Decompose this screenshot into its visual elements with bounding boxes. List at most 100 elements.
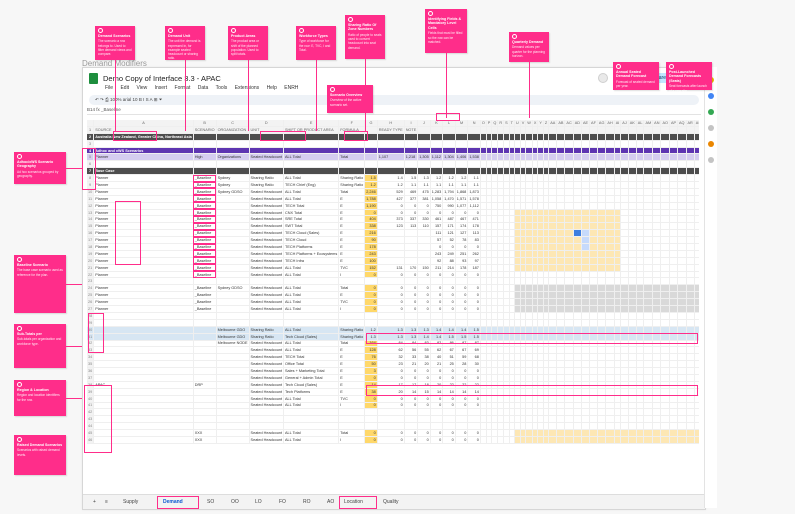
grid-cell[interactable] <box>548 140 558 148</box>
grid-cell[interactable] <box>614 408 622 417</box>
contacts-icon[interactable] <box>708 125 714 131</box>
grid-cell[interactable] <box>430 140 444 148</box>
grid-cell[interactable] <box>216 215 250 224</box>
grid-cell[interactable] <box>556 188 566 196</box>
grid-cell[interactable] <box>628 305 637 313</box>
tab-fo[interactable]: FO <box>279 499 286 505</box>
grid-cell[interactable] <box>652 277 662 286</box>
grid-cell[interactable] <box>404 236 419 245</box>
grid-cell[interactable] <box>628 215 637 224</box>
grid-cell[interactable]: Seated Headcount <box>249 202 285 210</box>
grid-cell[interactable] <box>338 140 366 148</box>
grid-cell[interactable] <box>556 140 566 148</box>
grid-cell[interactable] <box>548 243 558 251</box>
grid-cell[interactable] <box>525 408 533 417</box>
grid-cell[interactable] <box>548 415 558 424</box>
grid-cell[interactable] <box>216 209 250 217</box>
grid-cell[interactable] <box>643 202 654 210</box>
grid-cell[interactable] <box>677 291 687 300</box>
grid-cell[interactable] <box>564 395 574 403</box>
grid-cell[interactable] <box>652 298 662 307</box>
grid-cell[interactable] <box>660 429 670 437</box>
grid-cell[interactable] <box>93 160 194 169</box>
grid-cell[interactable] <box>404 133 419 141</box>
grid-cell[interactable]: TECH Platforms + Ecosystems <box>283 250 340 258</box>
grid-cell[interactable] <box>564 174 574 183</box>
maps-icon[interactable] <box>708 109 714 115</box>
grid-cell[interactable] <box>548 305 558 313</box>
grid-cell[interactable] <box>548 153 558 162</box>
tab-quality[interactable]: Quality <box>383 499 399 505</box>
grid-cell[interactable] <box>605 140 615 148</box>
grid-cell[interactable]: TECH Total <box>283 202 340 210</box>
grid-cell[interactable] <box>694 408 699 417</box>
grid-cell[interactable] <box>404 243 419 251</box>
grid-cell[interactable] <box>620 195 629 203</box>
grid-cell[interactable] <box>589 271 598 279</box>
grid-cell[interactable]: 1.2 <box>377 181 405 189</box>
grid-cell[interactable] <box>573 402 582 410</box>
grid-cell[interactable] <box>643 229 654 238</box>
grid-cell[interactable] <box>694 153 699 162</box>
grid-cell[interactable]: _Baseline <box>193 298 217 307</box>
grid-cell[interactable]: 0 <box>364 395 378 403</box>
grid-cell[interactable]: 0 <box>404 367 419 375</box>
grid-cell[interactable]: 337 <box>404 215 419 224</box>
grid-cell[interactable] <box>597 160 607 169</box>
grid-cell[interactable] <box>467 126 481 134</box>
grid-cell[interactable] <box>694 264 699 272</box>
grid-cell[interactable]: 2,246 <box>364 188 378 196</box>
grid-cell[interactable]: 0 <box>377 395 405 403</box>
grid-cell[interactable] <box>581 277 591 286</box>
grid-cell[interactable] <box>694 236 699 245</box>
grid-cell[interactable]: Planner <box>93 305 194 313</box>
grid-cell[interactable] <box>455 140 469 148</box>
grid-cell[interactable] <box>193 160 217 169</box>
grid-cell[interactable]: 62 <box>430 346 444 355</box>
grid-cell[interactable] <box>660 188 670 196</box>
grid-cell[interactable] <box>548 229 558 238</box>
history-icon[interactable] <box>597 73 608 83</box>
grid-cell[interactable]: I <box>338 271 366 279</box>
grid-cell[interactable] <box>573 346 582 355</box>
grid-cell[interactable] <box>377 415 405 424</box>
grid-cell[interactable] <box>556 360 566 369</box>
grid-cell[interactable] <box>581 436 591 444</box>
grid-cell[interactable] <box>581 243 591 251</box>
grid-cell[interactable] <box>548 195 558 203</box>
grid-cell[interactable]: ALL Total <box>283 298 340 307</box>
grid-cell[interactable]: I <box>338 436 366 444</box>
grid-cell[interactable] <box>686 353 695 362</box>
sticky-workforce-types[interactable]: Workforce Types Type of workforce for the… <box>296 26 336 60</box>
grid-cell[interactable] <box>686 298 695 307</box>
grid-cell[interactable]: 1,190 <box>364 202 378 210</box>
grid-cell[interactable]: Planner <box>93 202 194 210</box>
redo-icon[interactable]: ↷ <box>100 97 104 102</box>
grid-cell[interactable] <box>573 188 582 196</box>
grid-cell[interactable]: 1.1 <box>442 181 456 189</box>
grid-cell[interactable] <box>364 408 378 417</box>
grid-cell[interactable] <box>677 153 687 162</box>
grid-cell[interactable] <box>614 422 622 431</box>
grid-cell[interactable]: 170 <box>404 264 419 272</box>
grid-cell[interactable] <box>694 277 699 286</box>
grid-cell[interactable] <box>694 305 699 313</box>
grid-cell[interactable] <box>694 215 699 224</box>
grid-cell[interactable] <box>652 215 662 224</box>
grid-cell[interactable]: Organizations <box>216 153 250 162</box>
grid-cell[interactable] <box>643 395 654 403</box>
grid-cell[interactable] <box>694 160 699 169</box>
grid-cell[interactable] <box>417 167 431 176</box>
grid-cell[interactable] <box>548 209 558 217</box>
grid-cell[interactable] <box>620 353 629 362</box>
grid-cell[interactable] <box>669 147 679 155</box>
grid-cell[interactable] <box>652 174 662 183</box>
grid-cell[interactable] <box>193 312 217 320</box>
grid-cell[interactable] <box>581 367 591 375</box>
grid-cell[interactable] <box>677 374 687 382</box>
grid-cell[interactable] <box>652 395 662 403</box>
sticky-sharing-ratio[interactable]: Sharing Ratio Of Zone Numbers Ratio of pe… <box>345 15 385 59</box>
grid-cell[interactable] <box>628 395 637 403</box>
grid-cell[interactable] <box>216 291 250 300</box>
grid-cell[interactable]: ALL Total <box>283 395 340 403</box>
